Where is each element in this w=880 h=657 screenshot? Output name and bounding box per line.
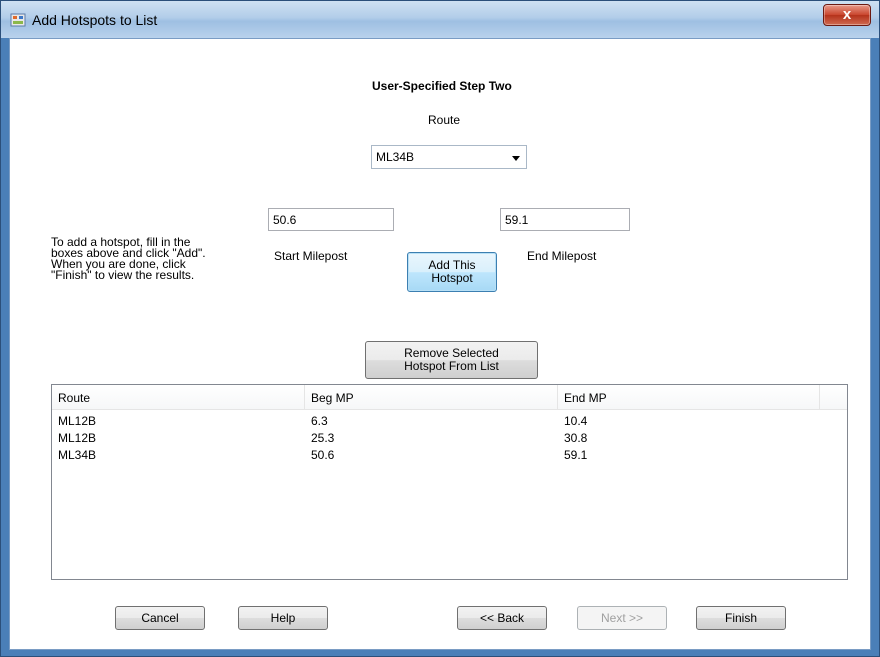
- table-row[interactable]: ML12B 6.3 10.4: [52, 413, 845, 429]
- remove-hotspot-button[interactable]: Remove Selected Hotspot From List: [365, 341, 538, 379]
- cancel-button[interactable]: Cancel: [115, 606, 205, 630]
- table-row[interactable]: ML34B 50.6 59.1: [52, 447, 845, 463]
- back-button[interactable]: << Back: [457, 606, 547, 630]
- start-milepost-label: Start Milepost: [274, 249, 348, 263]
- route-label: Route: [428, 113, 461, 127]
- dialog-window: Add Hotspots to List x User-Specified St…: [0, 0, 880, 657]
- hotspot-list[interactable]: Route Beg MP End MP ML12B 6.3 10.4 ML12B…: [51, 384, 848, 580]
- start-milepost-value: 50.6: [273, 213, 297, 227]
- close-button[interactable]: x: [823, 4, 871, 26]
- column-header-beg-mp[interactable]: Beg MP: [305, 385, 558, 409]
- column-header-route[interactable]: Route: [52, 385, 305, 409]
- step-heading: User-Specified Step Two: [372, 79, 512, 93]
- finish-button[interactable]: Finish: [696, 606, 786, 630]
- help-button[interactable]: Help: [238, 606, 328, 630]
- instructions-text: To add a hotspot, fill in the boxes abov…: [51, 235, 206, 282]
- app-icon: [10, 12, 26, 28]
- start-milepost-input[interactable]: 50.6: [268, 208, 394, 231]
- dialog-body: User-Specified Step Two Route ML34B 50.6…: [9, 38, 871, 650]
- route-dropdown[interactable]: ML34B: [371, 145, 527, 169]
- end-milepost-label: End Milepost: [527, 249, 597, 263]
- title-bar[interactable]: Add Hotspots to List x: [1, 1, 879, 38]
- end-milepost-value: 59.1: [505, 213, 529, 227]
- add-hotspot-button[interactable]: Add This Hotspot: [407, 252, 497, 292]
- table-row[interactable]: ML12B 25.3 30.8: [52, 430, 845, 446]
- column-header-end-mp[interactable]: End MP: [558, 385, 820, 409]
- window-title: Add Hotspots to List: [32, 12, 158, 28]
- list-header: Route Beg MP End MP: [52, 385, 847, 410]
- end-milepost-input[interactable]: 59.1: [500, 208, 630, 231]
- next-button[interactable]: Next >>: [577, 606, 667, 630]
- route-dropdown-value: ML34B: [376, 150, 415, 164]
- chevron-down-icon[interactable]: [512, 156, 520, 161]
